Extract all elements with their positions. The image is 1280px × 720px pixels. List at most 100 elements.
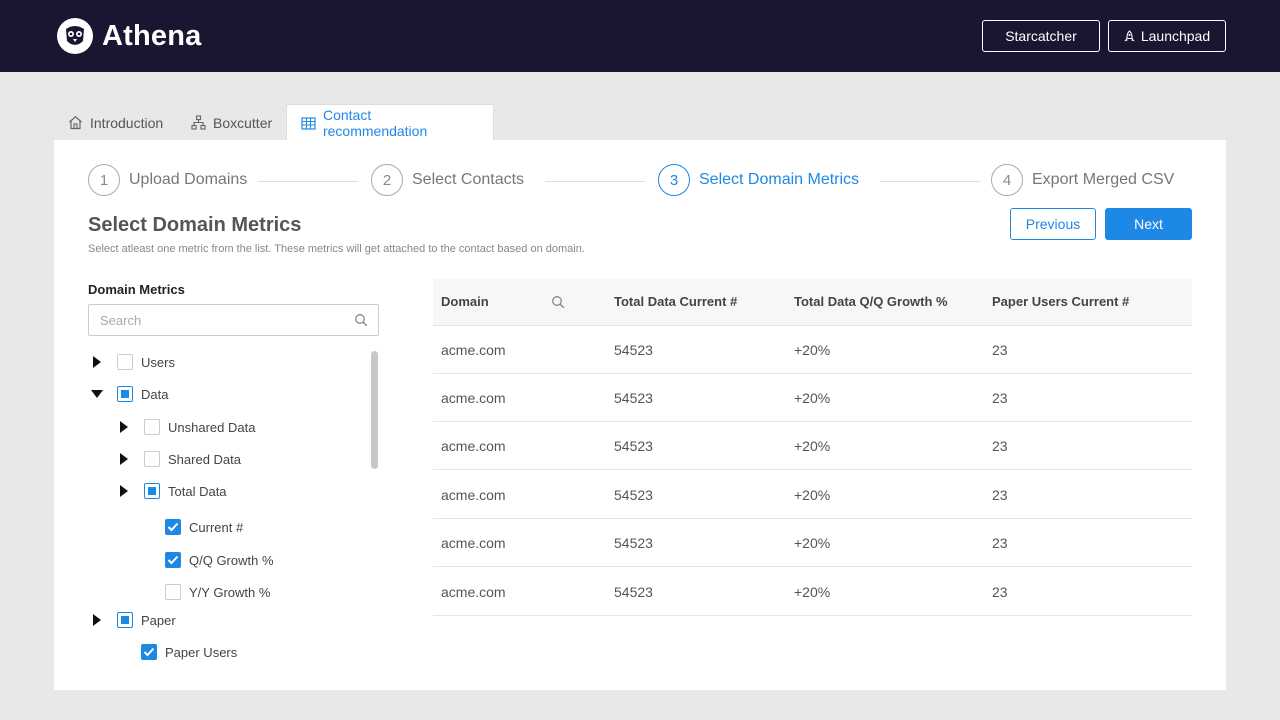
step-label: Select Contacts (412, 171, 525, 188)
tree-node-users[interactable]: Users (92, 353, 175, 371)
cell-paper-users: 23 (992, 584, 1008, 600)
step-connector (258, 181, 358, 182)
checkbox[interactable] (117, 354, 133, 370)
tab-contact-recommendation[interactable]: Contact recommendation (286, 104, 494, 141)
tree-node-label: Users (141, 354, 175, 370)
column-header-domain[interactable]: Domain (441, 294, 489, 309)
cell-domain: acme.com (441, 584, 506, 600)
step-number: 1 (88, 164, 120, 196)
step-number: 2 (371, 164, 403, 196)
checkbox[interactable] (141, 644, 157, 660)
table-row[interactable]: acme.com 54523 +20% 23 (433, 422, 1192, 470)
sitemap-icon (191, 115, 206, 130)
tree-node-paper[interactable]: Paper (92, 611, 176, 629)
cell-total-data-current: 54523 (614, 390, 653, 406)
tree-node-label: Total Data (168, 483, 227, 499)
cell-qq-growth: +20% (794, 342, 831, 358)
tree-scrollbar[interactable] (371, 351, 378, 469)
step-export-merged-csv[interactable]: 4 Export Merged CSV (991, 164, 1174, 196)
step-upload-domains[interactable]: 1 Upload Domains (88, 164, 247, 196)
previous-button[interactable]: Previous (1010, 208, 1096, 240)
rocket-icon (1124, 29, 1135, 41)
tab-label: Introduction (90, 114, 164, 131)
step-label: Upload Domains (129, 171, 248, 188)
launchpad-button[interactable]: Launchpad (1108, 20, 1226, 52)
table-row[interactable]: acme.com 54523 +20% 23 (433, 326, 1192, 374)
collapse-arrow-icon[interactable] (91, 390, 103, 398)
tree-node-label: Q/Q Growth % (189, 552, 274, 568)
step-select-domain-metrics[interactable]: 3 Select Domain Metrics (658, 164, 859, 196)
tree-node-qq-growth[interactable]: Q/Q Growth % (165, 551, 274, 569)
step-number: 3 (658, 164, 690, 196)
domain-metrics-title: Domain Metrics (88, 282, 185, 297)
owl-logo-icon (57, 18, 93, 54)
table-header: Domain Total Data Current # Total Data Q… (433, 279, 1192, 326)
checkbox[interactable] (165, 519, 181, 535)
expand-arrow-icon[interactable] (120, 485, 128, 497)
starcatcher-button[interactable]: Starcatcher (982, 20, 1100, 52)
cell-domain: acme.com (441, 535, 506, 551)
expand-arrow-icon[interactable] (120, 453, 128, 465)
tree-node-label: Data (141, 386, 169, 402)
checkbox[interactable] (144, 483, 160, 499)
checkbox[interactable] (165, 552, 181, 568)
step-select-contacts[interactable]: 2 Select Contacts (371, 164, 524, 196)
tree-node-label: Paper (141, 612, 176, 628)
cell-domain: acme.com (441, 487, 506, 503)
checkbox[interactable] (144, 451, 160, 467)
next-button[interactable]: Next (1105, 208, 1192, 240)
search-icon[interactable] (551, 295, 565, 309)
checkbox[interactable] (165, 584, 181, 600)
search-icon (355, 314, 368, 327)
cell-paper-users: 23 (992, 487, 1008, 503)
table-row[interactable]: acme.com 54523 +20% 23 (433, 519, 1192, 567)
column-header-paper-users-current[interactable]: Paper Users Current # (992, 294, 1129, 309)
checkbox[interactable] (117, 612, 133, 628)
cell-total-data-current: 54523 (614, 342, 653, 358)
table-icon (301, 116, 316, 130)
page-title: Select Domain Metrics (88, 214, 302, 236)
cell-qq-growth: +20% (794, 487, 831, 503)
cell-qq-growth: +20% (794, 535, 831, 551)
column-header-total-data-current[interactable]: Total Data Current # (614, 294, 737, 309)
tree-node-unshared-data[interactable]: Unshared Data (119, 418, 255, 436)
athena-logo[interactable]: Athena (56, 17, 202, 55)
cell-domain: acme.com (441, 390, 506, 406)
tree-node-shared-data[interactable]: Shared Data (119, 450, 241, 468)
search-input[interactable]: Search (88, 304, 379, 336)
tree-node-total-data[interactable]: Total Data (119, 482, 227, 500)
tree-node-data[interactable]: Data (91, 385, 168, 403)
tree-node-label: Paper Users (165, 644, 238, 660)
cell-paper-users: 23 (992, 535, 1008, 551)
expand-arrow-icon[interactable] (93, 614, 101, 626)
table-row[interactable]: acme.com 54523 +20% 23 (433, 374, 1192, 422)
page-subtitle: Select atleast one metric from the list.… (88, 243, 585, 255)
checkbox[interactable] (144, 419, 160, 435)
cell-paper-users: 23 (992, 342, 1008, 358)
tree-node-label: Shared Data (168, 451, 241, 467)
top-bar: Athena Starcatcher Launchpad (0, 0, 1280, 72)
table-row[interactable]: acme.com 54523 +20% 23 (433, 568, 1192, 616)
expand-arrow-icon[interactable] (120, 421, 128, 433)
tree-node-yy-growth[interactable]: Y/Y Growth % (165, 583, 270, 601)
expand-arrow-icon[interactable] (93, 356, 101, 368)
cell-domain: acme.com (441, 342, 506, 358)
table-row[interactable]: acme.com 54523 +20% 23 (433, 471, 1192, 519)
tab-label: Contact recommendation (322, 107, 428, 139)
checkmark-icon (143, 647, 155, 657)
step-connector (880, 181, 980, 182)
checkmark-icon (167, 522, 179, 532)
checkbox[interactable] (117, 386, 133, 402)
tree-node-label: Y/Y Growth % (189, 584, 271, 600)
step-label: Select Domain Metrics (699, 171, 860, 188)
column-header-total-data-qq-growth[interactable]: Total Data Q/Q Growth % (794, 294, 948, 309)
step-number: 4 (991, 164, 1023, 196)
brand-name: Athena (102, 19, 202, 52)
tree-node-paper-users[interactable]: Paper Users (141, 643, 237, 661)
tree-node-current[interactable]: Current # (165, 518, 243, 536)
cell-paper-users: 23 (992, 390, 1008, 406)
launchpad-label: Launchpad (1140, 28, 1211, 44)
cell-paper-users: 23 (992, 438, 1008, 454)
tab-boxcutter[interactable]: Boxcutter (177, 104, 286, 141)
tab-introduction[interactable]: Introduction (54, 104, 177, 141)
